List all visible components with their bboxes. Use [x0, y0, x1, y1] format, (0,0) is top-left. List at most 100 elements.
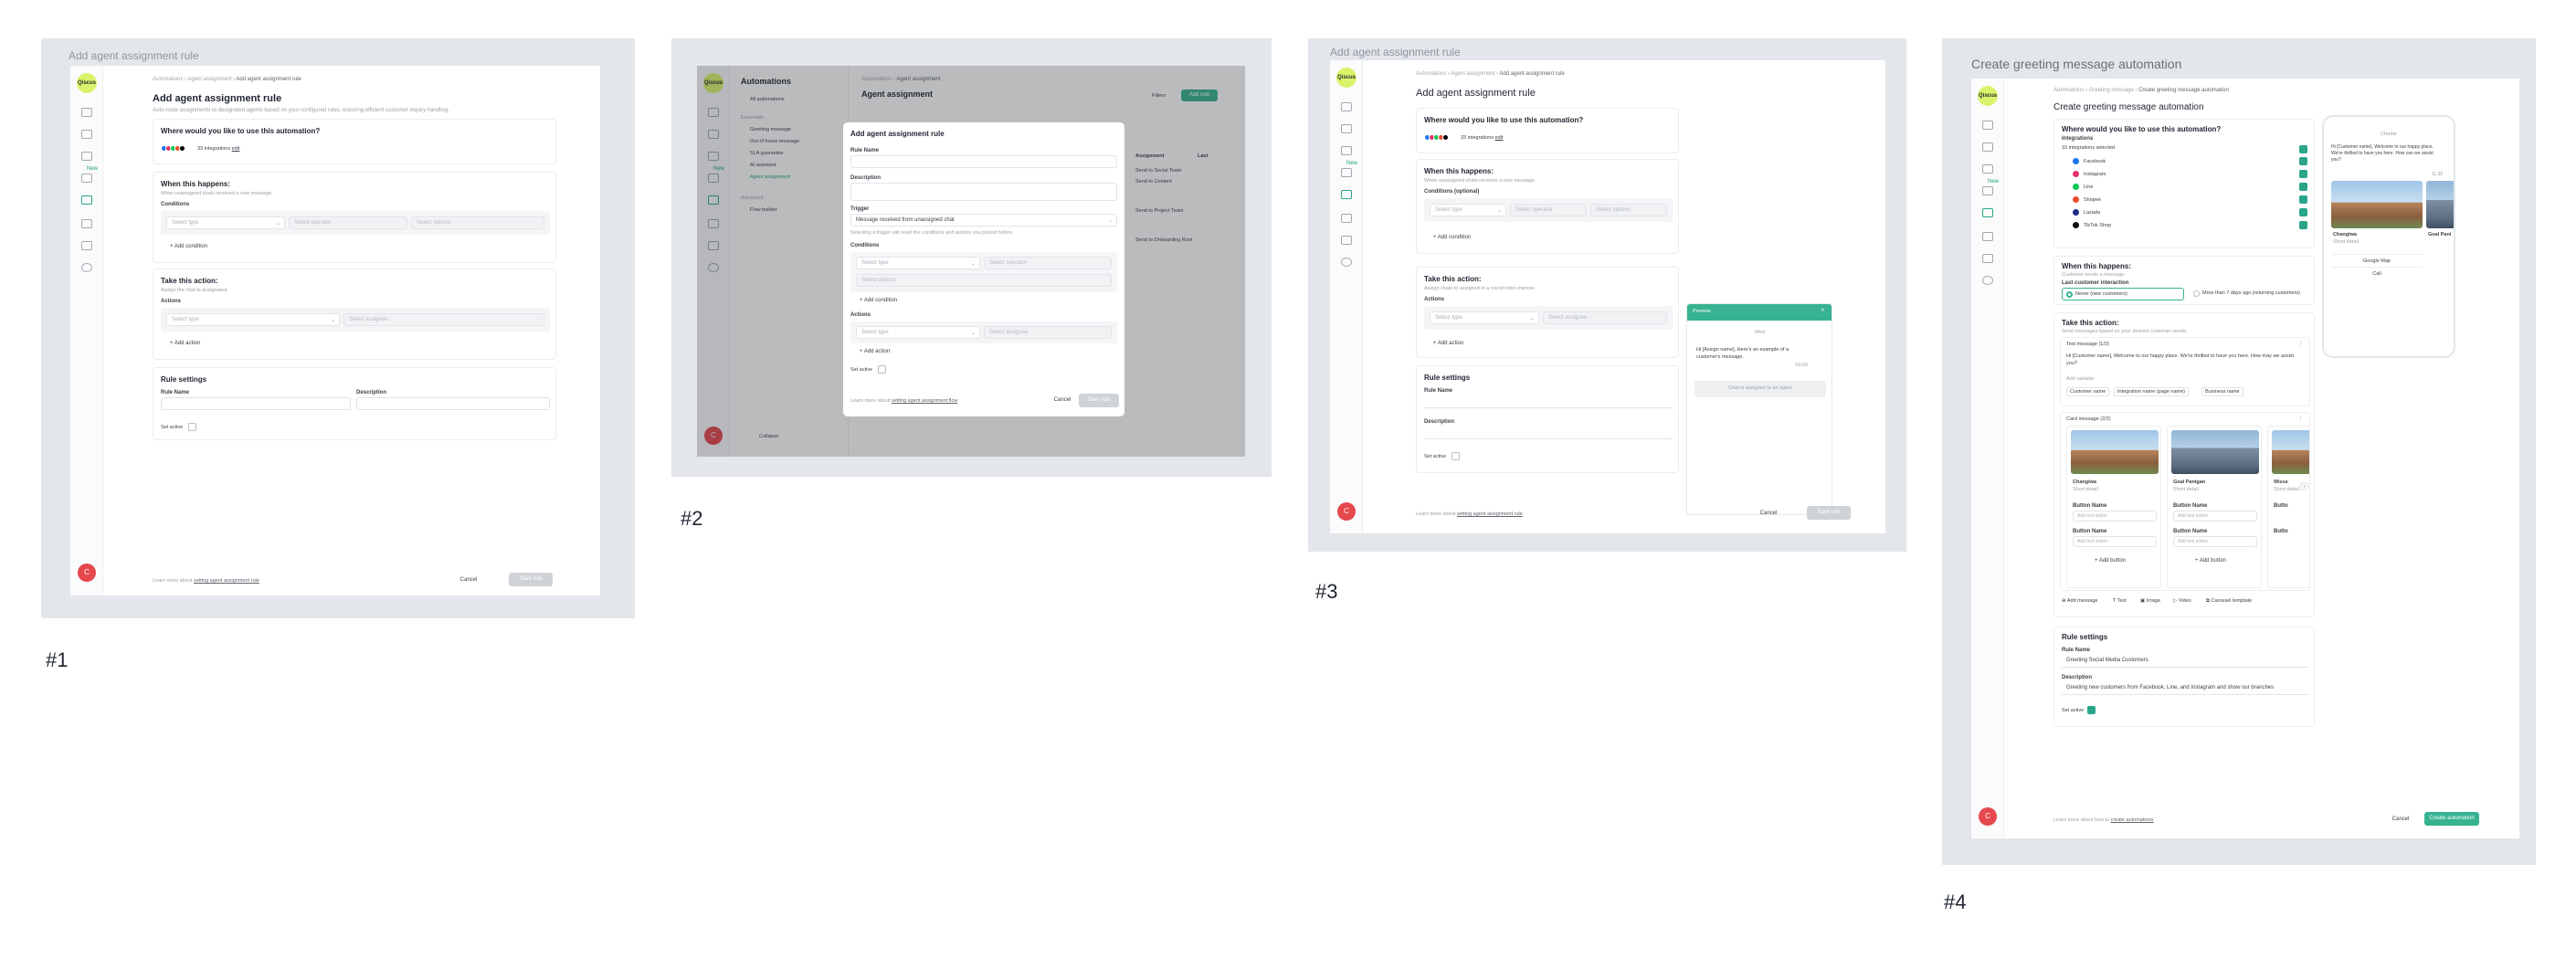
- card-image[interactable]: [2071, 430, 2159, 474]
- select-assignee-dropdown[interactable]: Select assignee: [343, 313, 544, 326]
- rule-name-input[interactable]: [161, 397, 351, 410]
- select-options-dropdown[interactable]: Select options: [1590, 204, 1667, 216]
- carousel-next-icon[interactable]: ›: [2300, 482, 2308, 490]
- learn-link[interactable]: setting agent assignment flow: [892, 398, 957, 404]
- settings-icon[interactable]: [1341, 258, 1352, 267]
- avatar[interactable]: C: [78, 564, 96, 582]
- add-condition-button[interactable]: + Add condition: [170, 244, 207, 249]
- radio-more[interactable]: More than 7 days ago (returning customer…: [2190, 288, 2312, 300]
- breadcrumb-item[interactable]: Automations: [2053, 88, 2084, 93]
- select-options-dropdown[interactable]: Select options: [411, 216, 544, 229]
- drag-handle-icon[interactable]: ⋮: [2298, 416, 2304, 422]
- button-input[interactable]: Add text action: [2173, 511, 2257, 522]
- rule-name-input[interactable]: Greeting Social Media Customers: [2062, 655, 2308, 668]
- variable-chip[interactable]: Integration name (page name): [2114, 387, 2189, 396]
- breadcrumb-item[interactable]: Greeting message: [2089, 88, 2134, 93]
- breadcrumb-item[interactable]: Automations: [1416, 71, 1446, 77]
- add-text-button[interactable]: T Text: [2113, 598, 2127, 604]
- integration-edit-link[interactable]: edit: [1495, 135, 1504, 141]
- select-assignee-dropdown[interactable]: Select assignee: [1543, 311, 1667, 324]
- chat-icon[interactable]: [1982, 121, 1993, 130]
- calendar-icon[interactable]: [1982, 164, 1993, 174]
- select-operator-dropdown[interactable]: Select operator: [984, 257, 1112, 269]
- add-condition-button[interactable]: + Add condition: [860, 298, 897, 303]
- card-image[interactable]: [2171, 430, 2259, 474]
- inbox-icon[interactable]: [1982, 142, 1993, 152]
- set-active-checkbox[interactable]: [1452, 452, 1460, 460]
- button-input[interactable]: Add text action: [2073, 511, 2157, 522]
- add-button[interactable]: + Add button: [2195, 558, 2226, 564]
- channel-checkbox[interactable]: [2299, 170, 2307, 178]
- cancel-button[interactable]: Cancel: [2388, 813, 2413, 826]
- select-type-dropdown[interactable]: Select type ⌄: [166, 216, 285, 229]
- action-select-type-dropdown[interactable]: Select type ⌄: [856, 326, 980, 339]
- variable-chip[interactable]: Business name: [2201, 387, 2243, 396]
- create-automation-button[interactable]: Create automation: [2424, 812, 2479, 826]
- select-operator-dropdown[interactable]: Select operator: [1510, 204, 1587, 216]
- integration-icon[interactable]: [81, 219, 92, 228]
- settings-icon[interactable]: [81, 263, 92, 272]
- add-action-button[interactable]: + Add action: [1433, 341, 1463, 346]
- description-input[interactable]: [1424, 427, 1673, 439]
- calendar-icon[interactable]: [81, 152, 92, 161]
- avatar[interactable]: C: [1337, 502, 1356, 521]
- channel-checkbox[interactable]: [2299, 183, 2307, 191]
- add-image-button[interactable]: ▣ Image: [2140, 598, 2160, 604]
- learn-link[interactable]: create automations: [2111, 817, 2154, 823]
- add-action-button[interactable]: + Add action: [170, 341, 200, 346]
- add-action-button[interactable]: + Add action: [860, 349, 890, 354]
- store-icon[interactable]: [81, 241, 92, 250]
- save-rule-button[interactable]: Save rule: [1807, 506, 1851, 520]
- channel-checkbox[interactable]: [2299, 221, 2307, 229]
- chat-icon[interactable]: [81, 108, 92, 117]
- greeting-text[interactable]: Hi [Customer name], Welcome to our happy…: [2066, 353, 2302, 367]
- breadcrumb-item[interactable]: Agent assignment: [1451, 71, 1494, 77]
- chat-icon[interactable]: [1341, 102, 1352, 111]
- select-operator-dropdown[interactable]: Select operator: [289, 216, 407, 229]
- select-assignee-dropdown[interactable]: Select assignee: [984, 326, 1112, 339]
- select-all-checkbox[interactable]: [2299, 145, 2307, 153]
- integration-icon[interactable]: [1982, 232, 1993, 241]
- close-icon[interactable]: ✕: [1821, 308, 1825, 313]
- inbox-icon[interactable]: [81, 130, 92, 139]
- set-active-checkbox[interactable]: [188, 423, 196, 431]
- card-image[interactable]: [2272, 430, 2309, 474]
- inbox-icon[interactable]: [1341, 124, 1352, 133]
- store-icon[interactable]: [1341, 236, 1352, 245]
- breadcrumb-item[interactable]: Agent assignment: [187, 77, 231, 82]
- automation-icon[interactable]: [81, 195, 92, 205]
- analytics-icon[interactable]: [1982, 186, 1993, 195]
- analytics-icon[interactable]: [81, 174, 92, 183]
- breadcrumb-item[interactable]: Automations: [153, 77, 183, 82]
- drag-handle-icon[interactable]: ⋮: [2298, 342, 2304, 347]
- settings-icon[interactable]: [1982, 276, 1993, 285]
- learn-link[interactable]: setting agent assignment rule: [194, 578, 259, 584]
- button-input[interactable]: Add text action: [2073, 536, 2157, 547]
- set-active-checkbox[interactable]: [878, 365, 886, 374]
- channel-checkbox[interactable]: [2299, 208, 2307, 216]
- variable-chip[interactable]: Customer name: [2066, 387, 2110, 396]
- description-input[interactable]: [356, 397, 550, 410]
- description-input[interactable]: Greeting new customers from Facebook, Li…: [2062, 682, 2308, 695]
- save-rule-button[interactable]: Save rule: [1079, 394, 1119, 407]
- trigger-dropdown[interactable]: Message received from unassigned chat ⌄: [850, 214, 1117, 227]
- select-type-dropdown[interactable]: Select type ⌄: [1430, 204, 1506, 216]
- select-options-dropdown[interactable]: Select options: [856, 274, 1112, 287]
- cancel-button[interactable]: Cancel: [452, 574, 485, 586]
- action-select-type-dropdown[interactable]: Select type ⌄: [1430, 311, 1539, 324]
- avatar[interactable]: C: [1979, 807, 1997, 826]
- integration-edit-link[interactable]: edit: [232, 146, 240, 152]
- add-carousel-button[interactable]: ⧉ Carousel template: [2206, 598, 2252, 605]
- add-button[interactable]: + Add button: [2095, 558, 2126, 564]
- description-input[interactable]: [850, 183, 1117, 201]
- automation-icon[interactable]: [1982, 208, 1993, 217]
- cancel-button[interactable]: Cancel: [1050, 395, 1075, 406]
- cancel-button[interactable]: Cancel: [1756, 507, 1781, 520]
- learn-link[interactable]: setting agent assignment rule: [1457, 511, 1523, 517]
- add-message-button[interactable]: ⊕ Add message: [2062, 598, 2097, 604]
- analytics-icon[interactable]: [1341, 168, 1352, 177]
- store-icon[interactable]: [1982, 254, 1993, 263]
- select-type-dropdown[interactable]: Select type ⌄: [856, 257, 980, 269]
- integration-icon[interactable]: [1341, 214, 1352, 223]
- rule-name-input[interactable]: [850, 155, 1117, 168]
